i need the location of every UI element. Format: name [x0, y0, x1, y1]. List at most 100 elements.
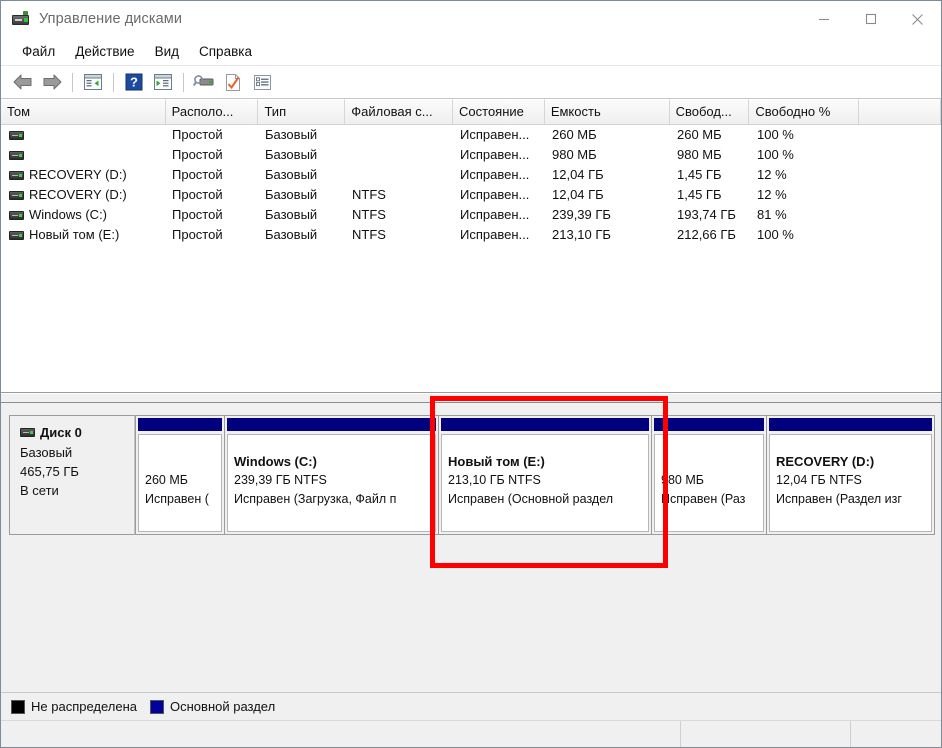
cell-free_pct: 12 %	[757, 187, 787, 202]
partition-details: RECOVERY (D:) 12,04 ГБ NTFS Исправен (Разд…	[769, 434, 932, 532]
partition-color-bar	[441, 418, 649, 431]
cell-type: Базовый	[265, 147, 318, 162]
toolbar-separator	[72, 72, 73, 92]
show-hide-action-pane-button[interactable]	[149, 69, 177, 95]
volume-list-header: Том Располо... Тип Файловая с... Состояние Ем…	[1, 99, 941, 125]
table-row[interactable]: RECOVERY (D:) Простой Базовый NTFS Исправен.…	[1, 185, 941, 205]
partition-0[interactable]: 260 МБ Исправен (	[135, 415, 225, 535]
cell-filesystem	[346, 125, 454, 145]
properties-icon	[226, 73, 240, 91]
cell-filesystem: NTFS	[352, 207, 386, 222]
menu-bar: Файл Действие Вид Справка	[1, 37, 941, 66]
menu-item-file[interactable]: Файл	[12, 40, 65, 63]
volume-list-pane: Том Располо... Тип Файловая с... Состояние Ем…	[1, 99, 941, 393]
disk-size: 465,75 ГБ	[20, 464, 79, 479]
cell-free: 980 МБ	[677, 147, 722, 162]
toolbar-separator	[113, 72, 114, 92]
table-row[interactable]: Windows (C:) Простой Базовый NTFS Исправен..…	[1, 205, 941, 225]
help-button[interactable]: ?	[120, 69, 148, 95]
properties-button[interactable]	[219, 69, 247, 95]
minimize-button[interactable]	[800, 1, 847, 37]
toolbar-separator	[183, 72, 184, 92]
partition-name: Новый том (E:)	[448, 454, 545, 469]
column-header-1[interactable]: Располо...	[165, 99, 259, 124]
volume-icon	[9, 210, 24, 220]
partition-4[interactable]: RECOVERY (D:) 12,04 ГБ NTFS Исправен (Разд…	[767, 415, 935, 535]
column-header-0[interactable]: Том	[1, 99, 166, 124]
table-row[interactable]: Простой Базовый Исправен... 980 МБ 980 МБ 100…	[1, 145, 941, 165]
cell-type: Базовый	[265, 167, 318, 182]
legend-bar: Не распределена Основной раздел	[1, 692, 941, 720]
cell-filesystem	[346, 145, 454, 165]
menu-item-action[interactable]: Действие	[65, 40, 144, 63]
cell-type: Базовый	[265, 127, 318, 142]
volume-icon	[9, 130, 24, 140]
rescan-disks-button[interactable]	[190, 69, 218, 95]
list-view-icon	[253, 74, 271, 90]
partition-status: Исправен (Загрузка, Файл п	[234, 492, 397, 506]
partition-color-bar	[769, 418, 932, 431]
partition-size: 260 МБ	[145, 473, 188, 487]
cell-volume	[1, 125, 166, 145]
forward-button[interactable]	[38, 69, 66, 95]
forward-icon	[43, 74, 62, 90]
partition-map: 260 МБ Исправен ( Windows (C:) 239,39 ГБ NT…	[135, 415, 937, 535]
volume-icon	[9, 150, 24, 160]
disk-status: В сети	[20, 483, 59, 498]
list-view-button[interactable]	[248, 69, 276, 95]
cell-free_pct: 81 %	[757, 207, 787, 222]
disk-type: Базовый	[20, 445, 73, 460]
menu-item-view[interactable]: Вид	[145, 40, 189, 63]
disk-row-disk0: Диск 0 Базовый 465,75 ГБ В сети 260 МБ Ис…	[9, 415, 937, 535]
cell-free_pct: 100 %	[757, 227, 794, 242]
cell-free: 193,74 ГБ	[677, 207, 736, 222]
cell-volume-label: Windows (C:)	[29, 207, 108, 222]
status-segment-1	[681, 721, 851, 747]
cell-capacity: 12,04 ГБ	[552, 187, 604, 202]
maximize-button[interactable]	[847, 1, 894, 37]
legend-label: Не распределена	[31, 699, 138, 714]
column-header-6[interactable]: Свобод...	[669, 99, 750, 124]
cell-filesystem: NTFS	[352, 187, 386, 202]
column-header-3[interactable]: Файловая с...	[345, 99, 454, 124]
partition-size: 12,04 ГБ NTFS	[776, 473, 862, 487]
column-header-4[interactable]: Состояние	[453, 99, 545, 124]
partition-status: Исправен (Раз	[661, 492, 746, 506]
partition-3[interactable]: 980 МБ Исправен (Раз	[652, 415, 767, 535]
column-header-2[interactable]: Тип	[258, 99, 346, 124]
column-header-7[interactable]: Свободно %	[749, 99, 860, 124]
cell-volume: Windows (C:)	[1, 205, 166, 225]
partition-color-bar	[138, 418, 222, 431]
close-button[interactable]	[894, 1, 941, 37]
legend-entry-0: Не распределена	[11, 699, 137, 714]
cell-volume-label: Новый том (E:)	[29, 227, 120, 242]
cell-layout: Простой	[172, 227, 223, 242]
cell-layout: Простой	[172, 207, 223, 222]
partition-size: 239,39 ГБ NTFS	[234, 473, 327, 487]
table-row[interactable]: RECOVERY (D:) Простой Базовый Исправен... 12…	[1, 165, 941, 185]
cell-layout: Простой	[172, 147, 223, 162]
menu-item-help[interactable]: Справка	[189, 40, 262, 63]
status-segment-0	[1, 721, 681, 747]
partition-status: Исправен (	[145, 492, 209, 506]
cell-free: 260 МБ	[677, 127, 722, 142]
column-header-5[interactable]: Емкость	[544, 99, 670, 124]
cell-volume: RECOVERY (D:)	[1, 165, 166, 185]
cell-status: Исправен...	[460, 207, 530, 222]
cell-free_pct: 100 %	[757, 127, 794, 142]
table-row[interactable]: Простой Базовый Исправен... 260 МБ 260 МБ 100…	[1, 125, 941, 145]
title-bar: Управление дисками	[1, 1, 941, 37]
partition-1[interactable]: Windows (C:) 239,39 ГБ NTFS Исправен (Загр…	[225, 415, 439, 535]
cell-volume-label: RECOVERY (D:)	[29, 187, 127, 202]
disk-title: Диск 0	[20, 423, 134, 442]
disk-info-panel[interactable]: Диск 0 Базовый 465,75 ГБ В сети	[9, 415, 135, 535]
pane-splitter[interactable]	[1, 393, 941, 403]
show-hide-console-tree-button[interactable]	[79, 69, 107, 95]
column-header-8[interactable]	[859, 99, 941, 124]
cell-capacity: 213,10 ГБ	[552, 227, 611, 242]
partition-status: Исправен (Раздел изг	[776, 492, 902, 506]
table-row[interactable]: Новый том (E:) Простой Базовый NTFS Исправен…	[1, 225, 941, 245]
back-button[interactable]	[9, 69, 37, 95]
partition-2[interactable]: Новый том (E:) 213,10 ГБ NTFS Исправен (Ос…	[439, 415, 652, 535]
volume-list-body[interactable]: Простой Базовый Исправен... 260 МБ 260 МБ 100…	[1, 125, 941, 392]
